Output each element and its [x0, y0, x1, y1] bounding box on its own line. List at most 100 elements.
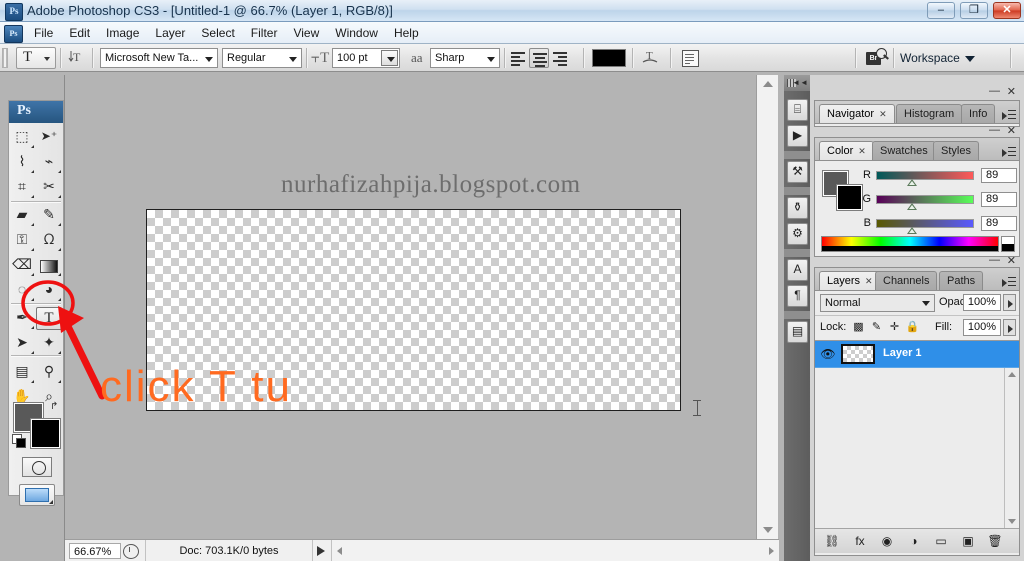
align-right-button[interactable] [550, 48, 570, 68]
tab-channels[interactable]: Channels [875, 271, 938, 290]
navigator-panel-menu-button[interactable] [1002, 109, 1016, 121]
menu-view[interactable]: View [285, 22, 327, 44]
blend-mode-select[interactable]: Normal [820, 294, 935, 312]
new-group-icon[interactable]: ▭ [932, 533, 950, 550]
pen-tool[interactable]: ✒ [9, 307, 35, 330]
green-channel-value[interactable]: 89 [981, 192, 1017, 207]
menu-edit[interactable]: Edit [61, 22, 98, 44]
adjustment-layer-icon[interactable]: ◑ [905, 533, 923, 550]
minimize-icon[interactable]: — [989, 124, 1000, 136]
layers-list-empty-area[interactable] [815, 368, 1019, 528]
canvas-area[interactable]: nurhafizahpija.blogspot.com [65, 75, 756, 539]
tab-navigator[interactable]: Navigator ✕ [819, 104, 895, 123]
font-style-select[interactable]: Regular [222, 48, 302, 68]
close-icon[interactable]: ✕ [858, 146, 866, 156]
tab-swatches[interactable]: Swatches [872, 141, 936, 160]
white-black-swatch[interactable] [1001, 236, 1015, 252]
minimize-icon[interactable]: — [989, 85, 1000, 97]
clone-source-panel-button[interactable]: ⚙ [787, 223, 808, 245]
layer-mask-icon[interactable]: ◉ [878, 533, 896, 550]
move-tool[interactable]: ➤⁺ [36, 126, 62, 149]
dodge-tool[interactable]: ◕ [36, 279, 62, 302]
restore-button[interactable]: ❐ [959, 2, 988, 19]
red-channel-thumb[interactable] [907, 179, 917, 186]
shape-tool[interactable]: ✦ [36, 332, 62, 355]
go-to-bridge-button[interactable]: Br [866, 48, 890, 68]
brushes-panel-button[interactable]: ⚱ [787, 197, 808, 219]
delete-layer-icon[interactable]: 🗑 [986, 533, 1004, 550]
tab-histogram[interactable]: Histogram [896, 104, 963, 123]
slice-tool[interactable]: ✂ [36, 176, 62, 199]
brush-tool[interactable]: ✎ [36, 204, 62, 227]
default-colors-icon[interactable] [12, 434, 26, 448]
clone-stamp-tool[interactable]: ⚿ [9, 229, 35, 252]
blue-channel-slider[interactable] [876, 219, 974, 228]
anti-alias-select[interactable]: Sharp [430, 48, 500, 68]
swap-colors-icon[interactable]: ↱ [50, 401, 58, 412]
screen-mode-button[interactable] [19, 484, 55, 506]
eraser-tool[interactable]: ⌫ [9, 254, 35, 277]
menu-layer[interactable]: Layer [147, 22, 193, 44]
toolbox-header[interactable]: Ps [9, 101, 63, 123]
menu-image[interactable]: Image [98, 22, 147, 44]
character-panel-button[interactable]: A [787, 259, 808, 281]
tab-layers[interactable]: Layers ✕ [819, 271, 881, 290]
quick-mask-mode-button[interactable] [22, 457, 52, 477]
layer-visibility-eye-icon[interactable]: 👁 [820, 346, 836, 362]
lock-all-icon[interactable]: 🔒 [905, 320, 920, 335]
opacity-input[interactable]: 100% [963, 294, 1001, 311]
gradient-tool[interactable] [36, 254, 62, 277]
opacity-slider-arrow[interactable] [1003, 294, 1016, 311]
lock-transparency-icon[interactable]: ▩ [851, 320, 866, 335]
blur-tool[interactable]: ◌ [9, 279, 35, 302]
options-bar-grip[interactable] [2, 48, 8, 68]
document-horizontal-scrollbar[interactable] [331, 540, 779, 561]
history-panel-button[interactable]: ⌸ [787, 99, 808, 121]
green-channel-thumb[interactable] [907, 203, 917, 210]
layers-panel-menu-button[interactable] [1002, 276, 1016, 288]
zoom-level-input[interactable]: 66.67% [69, 543, 121, 559]
eyedropper-tool[interactable]: ⚲ [36, 361, 62, 384]
lock-image-icon[interactable]: ✎ [869, 320, 884, 335]
align-center-button[interactable] [529, 48, 549, 68]
tab-styles[interactable]: Styles [933, 141, 979, 160]
scroll-down-arrow[interactable] [1008, 519, 1016, 524]
background-color-swatch[interactable] [31, 419, 60, 448]
notes-tool[interactable]: ▤ [9, 361, 35, 384]
menu-filter[interactable]: Filter [243, 22, 286, 44]
layer-row[interactable]: 👁 Layer 1 [815, 341, 1019, 368]
expand-dock-icon[interactable]: ◄◄ [792, 78, 808, 87]
fill-slider-arrow[interactable] [1003, 319, 1016, 336]
toggle-text-orientation-button[interactable]: T [66, 48, 88, 68]
layer-thumbnail[interactable] [841, 344, 875, 364]
healing-brush-tool[interactable]: ▰ [9, 204, 35, 227]
workspace-button[interactable]: Workspace [900, 48, 975, 68]
close-icon[interactable]: ✕ [879, 109, 887, 119]
color-panel-menu-button[interactable] [1002, 146, 1016, 158]
actions-panel-button[interactable]: ▶ [787, 125, 808, 147]
warp-text-button[interactable]: T [640, 48, 660, 68]
layer-name[interactable]: Layer 1 [883, 347, 922, 359]
menu-file[interactable]: File [26, 22, 61, 44]
paragraph-panel-button[interactable]: ¶ [787, 285, 808, 307]
scroll-left-arrow[interactable] [337, 547, 342, 555]
fill-input[interactable]: 100% [963, 319, 1001, 336]
close-icon[interactable]: ✕ [1007, 124, 1016, 137]
scroll-down-arrow[interactable] [757, 521, 778, 539]
green-channel-slider[interactable] [876, 195, 974, 204]
type-tool[interactable]: T [36, 307, 62, 330]
blue-channel-value[interactable]: 89 [981, 216, 1017, 231]
document-vertical-scrollbar[interactable] [756, 75, 778, 539]
red-channel-slider[interactable] [876, 171, 974, 180]
font-size-select[interactable]: 100 pt [332, 48, 400, 68]
color-spectrum-ramp[interactable] [821, 236, 999, 252]
link-layers-icon[interactable]: ⛓ [823, 533, 841, 550]
crop-tool[interactable]: ⌗ [9, 176, 35, 199]
marquee-tool[interactable]: ⬚ [9, 126, 35, 149]
scroll-up-arrow[interactable] [757, 75, 778, 93]
new-layer-icon[interactable]: ▣ [959, 533, 977, 550]
align-left-button[interactable] [508, 48, 528, 68]
lock-position-icon[interactable]: ✛ [887, 320, 902, 335]
text-color-swatch[interactable] [592, 49, 626, 67]
dock-header[interactable]: ◄◄ [784, 75, 810, 91]
